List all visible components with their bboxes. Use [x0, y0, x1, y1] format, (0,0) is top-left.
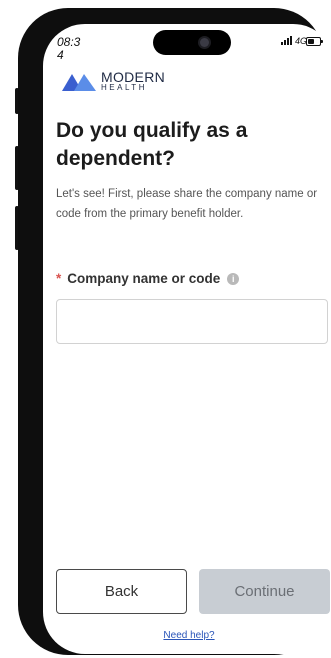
- need-help-link[interactable]: Need help?: [43, 630, 331, 641]
- company-label-text: Company name or code: [67, 271, 221, 286]
- logo-line2: HEALTH: [101, 83, 147, 92]
- back-button[interactable]: Back: [56, 569, 187, 614]
- logo-mountain-icon: [62, 74, 96, 91]
- signal-icon: [281, 36, 292, 45]
- required-marker: *: [56, 271, 62, 286]
- page-title: Do you qualify as a dependent?: [56, 119, 248, 170]
- info-icon[interactable]: i: [227, 272, 240, 285]
- network-type: 4G: [295, 36, 308, 46]
- modern-health-logo: MODERN HEALTH: [62, 70, 165, 92]
- app-screen: 08:34 4G MODERN HEALTH Do you qualify as…: [43, 24, 331, 654]
- continue-button[interactable]: Continue: [199, 569, 330, 614]
- dynamic-island: [153, 30, 231, 55]
- page-subtitle: Let's see! First, please share the compa…: [56, 188, 318, 220]
- company-input[interactable]: [56, 299, 328, 344]
- phone-frame: 08:34 4G MODERN HEALTH Do you qualify as…: [18, 8, 331, 655]
- camera-icon: [200, 38, 209, 47]
- status-time: 08:34: [57, 35, 81, 62]
- battery-icon: [306, 37, 323, 46]
- logo-line1: MODERN: [101, 69, 166, 85]
- company-field-label: * Company name or code i: [56, 271, 240, 286]
- status-icons: 4G: [281, 36, 323, 46]
